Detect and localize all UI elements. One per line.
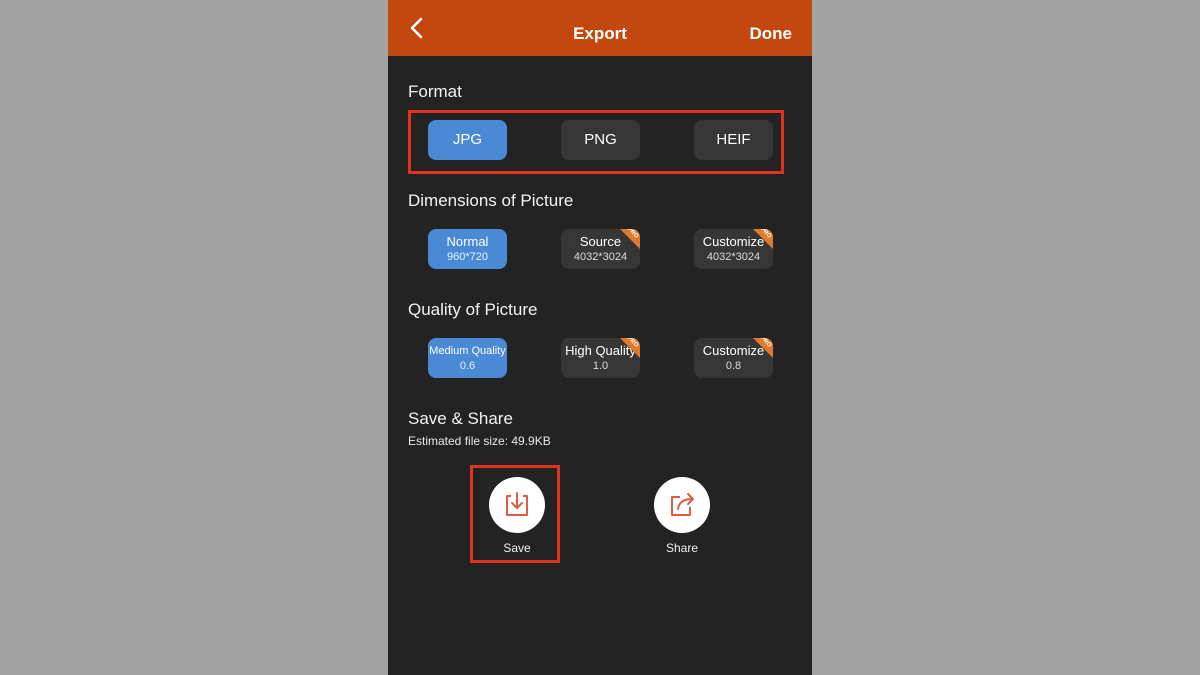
download-icon <box>506 492 528 516</box>
export-screen: Export Done Format JPG PNG HEIF Dimensio… <box>388 0 812 675</box>
done-button[interactable]: Done <box>750 0 793 56</box>
share-icon <box>671 493 694 516</box>
option-value: 4032*3024 <box>573 251 628 263</box>
format-png-button[interactable]: PNG <box>561 120 640 160</box>
option-value: 960*720 <box>447 251 488 263</box>
dimension-customize-button[interactable]: Customize 4032*3024 PRO <box>694 229 773 269</box>
quality-title: Quality of Picture <box>408 300 538 319</box>
page-title: Export <box>573 24 627 43</box>
quality-high-button[interactable]: High Quality 1.0 PRO <box>561 338 640 378</box>
option-label: Medium Quality <box>429 345 506 357</box>
quality-medium-button[interactable]: Medium Quality 0.6 <box>428 338 507 378</box>
estimated-file-size: Estimated file size: 49.9KB <box>408 434 551 448</box>
share-label: Share <box>665 541 699 555</box>
save-share-title: Save & Share <box>408 409 513 428</box>
option-value: 0.8 <box>725 360 742 372</box>
option-label: Normal <box>446 234 489 249</box>
format-heif-button[interactable]: HEIF <box>694 120 773 160</box>
dimensions-title: Dimensions of Picture <box>408 191 574 210</box>
quality-customize-button[interactable]: Customize 0.8 PRO <box>694 338 773 378</box>
save-circle <box>489 477 545 533</box>
option-value: 0.6 <box>459 360 476 372</box>
save-button[interactable]: Save <box>477 477 557 555</box>
dimension-normal-button[interactable]: Normal 960*720 <box>428 229 507 269</box>
option-value: 4032*3024 <box>706 251 761 263</box>
option-value: 1.0 <box>592 360 609 372</box>
dimension-source-button[interactable]: Source 4032*3024 PRO <box>561 229 640 269</box>
save-label: Save <box>503 541 531 555</box>
back-button[interactable] <box>406 16 430 40</box>
format-jpg-button[interactable]: JPG <box>428 120 507 160</box>
nav-bar: Export Done <box>388 0 812 56</box>
chevron-left-icon <box>410 17 423 39</box>
format-title: Format <box>408 82 462 101</box>
share-circle <box>654 477 710 533</box>
share-button[interactable]: Share <box>642 477 722 555</box>
